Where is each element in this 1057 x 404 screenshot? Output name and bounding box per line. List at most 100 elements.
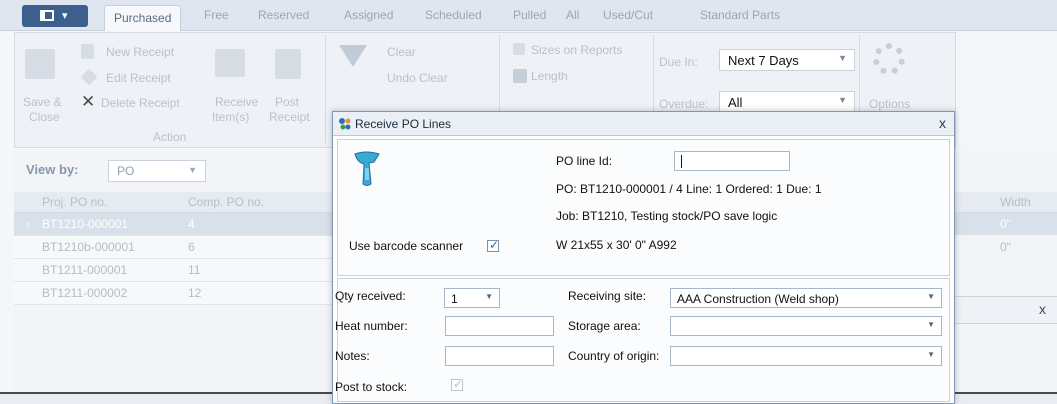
- chevron-down-icon: ▼: [838, 53, 847, 63]
- gear-icon: [873, 43, 905, 75]
- view-by-value: PO: [117, 164, 135, 178]
- chevron-down-icon: ▼: [485, 292, 493, 301]
- receiving-site-label: Receiving site:: [568, 289, 647, 303]
- app-logo-icon: [339, 118, 351, 130]
- side-panel-header: x: [954, 296, 1057, 324]
- tab-all[interactable]: All: [566, 8, 579, 22]
- save-close-label-2: Close: [29, 110, 60, 124]
- heat-number-label: Heat number:: [335, 319, 408, 333]
- dialog-title-bar: Receive PO Lines x: [333, 112, 954, 136]
- save-icon: [25, 49, 55, 79]
- checkmark-icon: ✓: [453, 377, 464, 391]
- notes-label: Notes:: [335, 349, 370, 363]
- pencil-icon: [80, 68, 98, 86]
- post-to-stock-label: Post to stock:: [335, 380, 408, 394]
- qty-received-select[interactable]: 1 ▼: [444, 288, 500, 308]
- cell-proj-po: BT1211-000001: [42, 263, 128, 277]
- text-cursor: [681, 155, 682, 168]
- clear-filter-button[interactable]: Clear: [387, 45, 416, 59]
- due-in-select[interactable]: Next 7 Days ▼: [719, 49, 855, 71]
- overdue-label: Overdue:: [659, 97, 709, 111]
- tab-pulled[interactable]: Pulled: [513, 8, 546, 22]
- undo-clear-button[interactable]: Undo Clear: [387, 71, 448, 85]
- delete-x-icon: ✕: [81, 92, 96, 111]
- table-row[interactable]: › BT1210-000001 4: [14, 213, 334, 236]
- ribbon-group-action: Save & Close New Receipt Edit Receipt ✕ …: [15, 35, 326, 144]
- dialog-title: Receive PO Lines: [355, 117, 452, 131]
- notes-input[interactable]: [445, 346, 554, 366]
- storage-area-select[interactable]: ▼: [670, 316, 942, 336]
- tab-free[interactable]: Free: [204, 8, 229, 22]
- cell-comp-po: 11: [188, 263, 201, 277]
- save-close-label-1: Save &: [23, 95, 62, 109]
- column-header-width[interactable]: Width: [1000, 195, 1031, 209]
- heat-number-input[interactable]: [445, 316, 554, 336]
- receive-items-label-1: Receive: [215, 95, 259, 109]
- table-row[interactable]: 0": [954, 236, 1057, 258]
- tab-used-cut[interactable]: Used/Cut: [603, 8, 653, 22]
- edit-receipt-label: Edit Receipt: [106, 71, 171, 85]
- post-receipt-icon: [275, 49, 301, 79]
- table-row[interactable]: BT1211-000001 11: [14, 259, 334, 282]
- table-row[interactable]: 0": [954, 213, 1057, 235]
- funnel-icon: [339, 45, 367, 67]
- receive-items-icon: [215, 49, 245, 77]
- receiving-site-select[interactable]: AAA Construction (Weld shop) ▼: [670, 288, 942, 308]
- qty-received-label: Qty received:: [335, 289, 406, 303]
- sizes-icon: [513, 43, 525, 55]
- table-row[interactable]: BT1210b-000001 6: [14, 236, 334, 259]
- receive-details-pane: Qty received: 1 ▼ Heat number: Notes: Po…: [335, 278, 950, 402]
- use-barcode-scanner-checkbox[interactable]: ✓: [487, 238, 500, 252]
- storage-area-label: Storage area:: [568, 319, 641, 333]
- column-header-proj-po[interactable]: Proj. PO no.: [42, 195, 107, 209]
- chevron-down-icon: ▼: [927, 292, 935, 301]
- new-receipt-label: New Receipt: [106, 45, 175, 59]
- use-barcode-scanner-label: Use barcode scanner: [349, 239, 464, 253]
- cell-comp-po: 4: [188, 217, 195, 231]
- app-menu-button[interactable]: ▾: [22, 5, 88, 27]
- receive-po-lines-dialog: Receive PO Lines x Use barcode scanner ✓…: [332, 111, 955, 404]
- due-in-value: Next 7 Days: [728, 53, 799, 68]
- cell-comp-po: 12: [188, 286, 202, 300]
- side-panel-close-icon[interactable]: x: [1039, 301, 1046, 317]
- cell-proj-po: BT1210b-000001: [42, 240, 135, 254]
- delete-receipt-label: Delete Receipt: [101, 96, 180, 110]
- tab-purchased[interactable]: Purchased: [104, 5, 182, 31]
- checkmark-icon: ✓: [489, 238, 500, 252]
- table-row[interactable]: BT1211-000002 12: [14, 282, 334, 305]
- overdue-select[interactable]: All ▼: [719, 91, 855, 113]
- po-line-id-input[interactable]: [674, 151, 790, 171]
- length-button[interactable]: Length: [531, 69, 568, 83]
- cell-comp-po: 6: [188, 240, 195, 254]
- cell-proj-po: BT1211-000002: [42, 286, 128, 300]
- sizes-on-reports-button[interactable]: Sizes on Reports: [531, 43, 622, 57]
- view-by-label: View by:: [26, 162, 79, 177]
- country-of-origin-label: Country of origin:: [568, 349, 660, 363]
- dialog-close-button[interactable]: x: [939, 115, 946, 131]
- chevron-down-icon: ▼: [188, 165, 197, 175]
- options-label: Options: [869, 97, 911, 111]
- cell-proj-po: BT1210-000001: [42, 217, 129, 231]
- po-line-id-label: PO line Id:: [556, 154, 613, 168]
- tab-scheduled[interactable]: Scheduled: [425, 8, 482, 22]
- chevron-down-icon: ▼: [838, 95, 847, 105]
- tab-standard-parts[interactable]: Standard Parts: [700, 8, 780, 22]
- receiving-site-value: AAA Construction (Weld shop): [677, 292, 839, 306]
- chevron-down-icon: ▼: [927, 320, 935, 329]
- length-icon: [513, 69, 527, 83]
- tab-assigned[interactable]: Assigned: [344, 8, 393, 22]
- tab-bar: ▾ Purchased Free Reserved Assigned Sched…: [0, 0, 1057, 31]
- po-info-text: PO: BT1210-000001 / 4 Line: 1 Ordered: 1…: [556, 182, 822, 196]
- country-of-origin-select[interactable]: ▼: [670, 346, 942, 366]
- tab-reserved[interactable]: Reserved: [258, 8, 309, 22]
- material-description: W 21x55 x 30' 0" A992: [556, 238, 677, 252]
- row-indicator-icon: ›: [26, 217, 30, 231]
- post-to-stock-checkbox[interactable]: ✓: [451, 377, 464, 391]
- chevron-down-icon: ▾: [62, 10, 68, 22]
- column-header-comp-po[interactable]: Comp. PO no.: [188, 195, 264, 209]
- new-document-icon: [81, 44, 94, 59]
- barcode-scanner-icon: [354, 151, 380, 186]
- due-in-label: Due In:: [659, 55, 698, 69]
- overdue-value: All: [728, 95, 743, 110]
- view-by-select[interactable]: PO ▼: [108, 160, 206, 182]
